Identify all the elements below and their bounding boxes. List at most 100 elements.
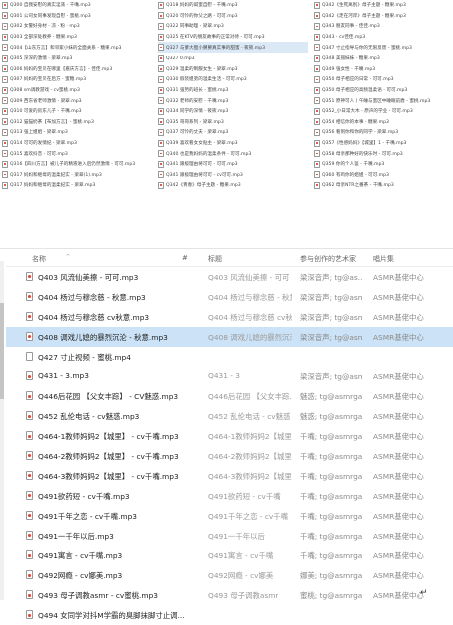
file-row[interactable]: Q494 女同学对抖M学霸的臭脚抹脚寸止调...	[6, 605, 453, 625]
grid-file-item[interactable]: Q329 温柔的制服女生 - 梁翠.mp3	[158, 64, 308, 75]
grid-file-item[interactable]: Q300 自我安慰的真实淫荡 - 千嘴.mp3	[2, 0, 152, 11]
file-row[interactable]: Q431 - 3.mp3 Q431 - 3 梁深音声; tg@asm... ASMR基…	[6, 366, 453, 386]
grid-file-item[interactable]: Q350 母子相应的日常 - 可可.mp3	[314, 74, 452, 85]
column-header-number[interactable]: #	[182, 254, 188, 262]
file-row[interactable]: Q404 杨过与穆念慈 cv秋意.mp3 Q404 杨过与穆念慈 cv秋... 梁深…	[6, 307, 453, 327]
grid-file-item[interactable]: Q304【山东方言】和邻家小妹的全面关系 - 糖果.mp3	[2, 42, 152, 53]
grid-file-item[interactable]: Q341 跟极理由将可可 - cv可可.mp3	[158, 170, 308, 181]
grid-file-item[interactable]: Q343 - cv佳佳.mp3	[314, 32, 452, 43]
file-row[interactable]: Q464-2教师妈妈2【城里】 - cv千嘴.mp3 Q464-2教师妈妈2【城里…	[6, 446, 453, 466]
left-scrollbar[interactable]	[0, 261, 4, 600]
grid-file-item[interactable]: Q313 强上姐姐 - 梁翠.mp3	[2, 127, 152, 138]
file-row[interactable]: Q427 寸止视频 - 蜜桃.mp4	[6, 347, 453, 367]
grid-file-item[interactable]: Q340 也是我妈妈的温柔条件 - 可可.mp3	[158, 148, 308, 159]
grid-file-item[interactable]: Q342《走在河岸》母子主题 - 糖果.mp3	[314, 11, 452, 22]
grid-file-item[interactable]: Q303 全部深处教养 - 糖果.mp3	[2, 32, 152, 43]
grid-file-item[interactable]: Q315 喜欢抖音 - 可可.mp3	[2, 148, 152, 159]
grid-file-item[interactable]: Q339 喜欢看女女贴主 - 梁翠.mp3	[158, 138, 308, 149]
file-row[interactable]: Q404 杨过与穆念慈 - 秋意.mp3 Q404 杨过与穆念慈 - 秋意 梁深音声…	[6, 287, 453, 307]
grid-file-item[interactable]: Q330 假装姐弟的温柔生活 - 可可.mp3	[158, 74, 308, 85]
file-row[interactable]: Q491欲药短 - cv千嘴.mp3 Q491欲药短 - cv千嘴 千嘴; tg@a…	[6, 486, 453, 506]
grid-file-name: Q307 妈妈的宝贝在后方 - 蜜糖.mp3	[10, 77, 87, 83]
grid-file-item[interactable]: Q341 跟极理由将可可 - 可可.mp3	[158, 159, 308, 170]
grid-file-item[interactable]: Q360 有鸡你的姐姐 - 可可.mp3	[314, 170, 452, 181]
grid-file-item[interactable]: Q332 老师的安慰 - 千嘴.mp3	[158, 95, 308, 106]
grid-file-item[interactable]: Q301 公司女同事发现自慰 - 蜜桃.mp3	[2, 11, 152, 22]
grid-file-item[interactable]: Q347 寸止指导与你的无限反馈 - 蜜桃.mp3	[314, 42, 452, 53]
grid-file-name: Q341 跟极理由将可可 - cv可可.mp3	[166, 172, 243, 178]
grid-file-item[interactable]: Q362 母亲NTR之番茶 - 千嘴.mp3	[314, 180, 452, 191]
file-row[interactable]: Q464-3教师妈妈2【城里】 - cv千嘴.mp3 Q464-3教师妈妈2【城里…	[6, 466, 453, 486]
file-title: Q452 乱伦电话 - cv魅惑	[208, 412, 291, 422]
file-row[interactable]: Q464-1教师妈妈2【城里】 - cv千嘴.mp3 Q464-1教师妈妈2【城里…	[6, 426, 453, 446]
grid-file-item[interactable]: Q354 相信你的本事 - 糖果.mp3	[314, 117, 452, 128]
file-row[interactable]: Q452 乱伦电话 - cv魅惑.mp3 Q452 乱伦电话 - cv魅惑 魅惑; …	[6, 406, 453, 426]
grid-file-item[interactable]: Q331 强势的班长 - 蜜桃.mp3	[158, 85, 308, 96]
audio-file-icon	[26, 470, 33, 480]
grid-file-item[interactable]: Q343 朋友同事 - 佳佳.mp3	[314, 21, 452, 32]
column-header-album[interactable]: 唱片集	[373, 254, 394, 264]
grid-file-item[interactable]: Q359 你的个人鉴 - 千嘴.mp3	[314, 159, 452, 170]
grid-file-item[interactable]: Q306 妈妈的宝贝在哪里【嘉庆方言】- 佳佳.mp3	[2, 64, 152, 75]
file-title: Q491千年之恋 - cv千嘴	[208, 511, 289, 521]
grid-file-item[interactable]: Q358 母亲那种好的快乐时 - 可可.mp3	[314, 148, 452, 159]
grid-file-item[interactable]: Q350 母子相应的高频温柔语 - 可可.mp3	[314, 85, 452, 96]
audio-file-icon	[158, 171, 164, 179]
file-row[interactable]: Q492网瘾 - cv娜美.mp3 Q492网瘾 - cv娜美 娜美; tg@asm…	[6, 565, 453, 585]
grid-file-item[interactable]: Q316【四川方言】被儿子的精液进入后仍然激情 - 可可.mp3	[2, 159, 152, 170]
grid-file-item[interactable]: Q325 在KTV的朋友故事的正常对待 - 可可.mp3	[158, 32, 308, 43]
audio-file-icon	[2, 65, 8, 73]
audio-file-icon	[26, 431, 33, 441]
audio-file-icon	[2, 171, 8, 179]
file-row[interactable]: Q403 风流仙美擦 - 可可.mp3 Q403 风流仙美擦 - 可可 梁深音声; …	[6, 267, 453, 287]
grid-file-item[interactable]: Q312 猫猫奶茶【布加方言】- 蜜桃.mp3	[2, 117, 152, 128]
column-header-name[interactable]: 名称	[32, 254, 46, 264]
grid-file-item[interactable]: Q317 妈妈和继母的温柔纪实 - 梁翠(1).mp3	[2, 170, 152, 181]
video-file-icon	[26, 351, 33, 361]
grid-file-item[interactable]: Q335 哥哥系列 - 梁翠.mp3	[158, 117, 308, 128]
grid-file-name: Q309 西东省老师激情 - 梁翠.mp3	[10, 98, 82, 104]
grid-file-item[interactable]: Q351 原神可人丨午睡与蜜区中睡眠前盾 - 蜜桃.mp3	[314, 95, 452, 106]
grid-file-item[interactable]: Q327 与爹大胆小舅舅真实事的甜蜜 - 筱筱.mp3	[158, 42, 308, 53]
grid-file-item[interactable]: Q302 女警好身材 - 凉 · 粉 · mp3	[2, 21, 152, 32]
grid-file-item[interactable]: Q307 妈妈的宝贝在后方 - 蜜糖.mp3	[2, 74, 152, 85]
grid-file-item[interactable]: Q309 西东省老师激情 - 梁翠.mp3	[2, 95, 152, 106]
audio-file-icon	[158, 118, 164, 126]
grid-file-name: Q351 原神可人丨午睡与蜜区中睡眠前盾 - 蜜桃.mp3	[322, 98, 431, 104]
grid-file-item[interactable]: Q356 看到你和你的同学 - 梁翠.mp3	[314, 127, 452, 138]
grid-file-item[interactable]: Q308 sm调教游戏 - cv蜜桃.mp3	[2, 85, 152, 96]
grid-file-item[interactable]: Q305 深深的激情 - 梁翠.mp3	[2, 53, 152, 64]
grid-file-item[interactable]: Q334 同学的深情 - 筱筱.mp3	[158, 106, 308, 117]
grid-file-item[interactable]: Q310 可爱的房东儿子 - 千嘴.mp3	[2, 106, 152, 117]
grid-file-name: Q339 喜欢看女女贴主 - 梁翠.mp3	[166, 141, 238, 147]
grid-file-item[interactable]: Q342《青春》母子主题 - 糖果.mp3	[158, 180, 308, 191]
grid-file-item[interactable]: Q320 可怜的你父之路 - 可可.mp3	[158, 11, 308, 22]
file-artist: 千嘴; tg@asmrgay	[300, 511, 362, 521]
scrollbar-thumb[interactable]	[0, 303, 4, 399]
grid-file-item[interactable]: Q349 强女性 - 千嘴.mp3	[314, 64, 452, 75]
grid-file-item[interactable]: Q342《生死离别》母子主题 - 糖果.mp3	[314, 0, 452, 11]
grid-file-item[interactable]: Q314 可可的发情纪 - 梁翠.mp3	[2, 138, 152, 149]
file-row[interactable]: Q493 母子调教asmr - cv蜜桃.mp3 Q493 母子调教asmr 蜜桃;…	[6, 585, 453, 605]
file-row[interactable]: Q491千年之恋 - cv千嘴.mp3 Q491千年之恋 - cv千嘴 千嘴; tg…	[6, 506, 453, 526]
column-header-title[interactable]: 标题	[208, 254, 222, 264]
file-name: Q464-3教师妈妈2【城里】 - cv千嘴.mp3	[38, 471, 179, 481]
grid-file-name: Q359 你的个人鉴 - 千嘴.mp3	[322, 162, 385, 168]
file-row[interactable]: Q446后花园 【父女丰踪】 - CV魅惑.mp3 Q446后花园 【父女丰踪..…	[6, 386, 453, 406]
grid-file-item[interactable]: Q337 可怜的丈夫 - 梁翠.mp3	[158, 127, 308, 138]
grid-column-2: Q318 妈妈的闺蜜自慰 - 千嘴.mp3 Q320 可怜的你父之路 - 可可.m…	[158, 0, 308, 191]
file-artist: 娜美; tg@asmrgay	[300, 571, 362, 581]
column-header-artist[interactable]: 参与创作的艺术家	[300, 254, 356, 264]
grid-file-item[interactable]: Q348 美丽妹妹 - 糖果.mp3	[314, 53, 452, 64]
grid-file-name: Q342《走在河岸》母子主题 - 糖果.mp3	[322, 13, 406, 19]
grid-file-item[interactable]: Q317 妈妈和继母的温柔纪实 - 梁翠.mp3	[2, 180, 152, 191]
file-row[interactable]: Q408 调戏儿媳的暴烈沉沦 - 秋意.mp3 Q408 调戏儿媳的暴烈沉沦 - …	[6, 326, 453, 347]
file-row[interactable]: Q491寓言 - cv千嘴.mp3 Q491寓言 - cv千嘴 千嘴; tg@asm…	[6, 545, 453, 565]
file-row[interactable]: Q491一千年以后.mp3 Q491一千年以后 千嘴; tg@asmrgay ASMR…	[6, 526, 453, 546]
audio-file-icon	[314, 54, 320, 62]
grid-file-item[interactable]: Q318 妈妈的闺蜜自慰 - 千嘴.mp3	[158, 0, 308, 11]
grid-file-item[interactable]: Q327 0.mp3	[158, 53, 308, 64]
grid-file-item[interactable]: Q352_小日常大木 - 原声的学业 - 可可.mp3	[314, 106, 452, 117]
grid-file-item[interactable]: Q357《性感妈妈》【城里】1 - 千嘴.mp3	[314, 138, 452, 149]
grid-file-item[interactable]: Q322 同事助理 - 梁翠.mp3	[158, 21, 308, 32]
